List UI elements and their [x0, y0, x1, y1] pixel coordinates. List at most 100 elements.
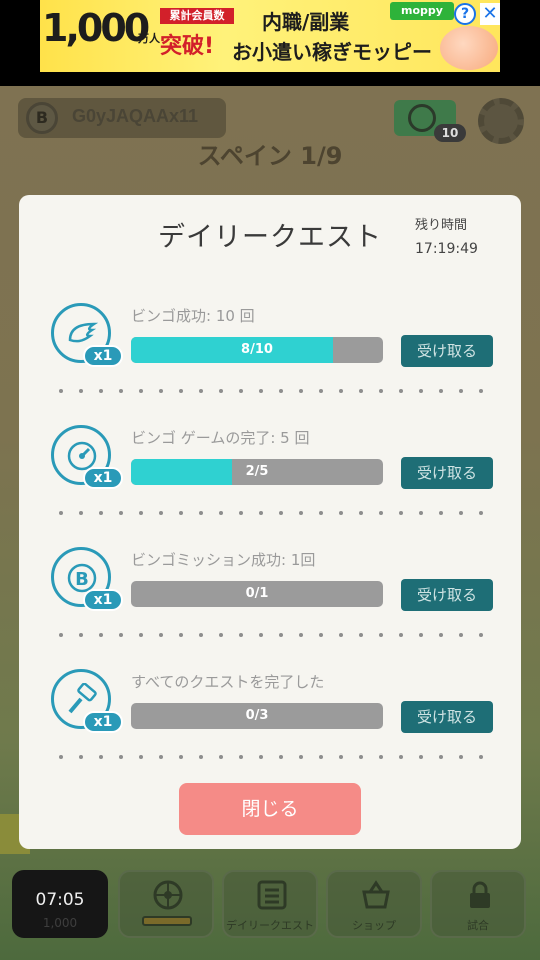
nav-timer[interactable]: 07:05 1,000: [12, 870, 108, 938]
player-avatar: B: [26, 102, 58, 134]
basket-icon: [362, 880, 390, 909]
divider-dot: [199, 755, 203, 759]
divider-dot: [239, 511, 243, 515]
list-icon: [257, 880, 287, 910]
divider-dot: [319, 755, 323, 759]
divider-dot: [119, 633, 123, 637]
claim-button[interactable]: 受け取る: [401, 457, 493, 489]
divider-dot: [199, 511, 203, 515]
divider-dot: [339, 389, 343, 393]
quest-item: x1 ビンゴ成功: 10 回 8/10 受け取る: [19, 295, 521, 385]
ad-unit: 万人: [138, 32, 160, 45]
divider-dot: [319, 511, 323, 515]
divider-dot: [239, 389, 243, 393]
quest-badge: x1: [83, 711, 123, 733]
divider-dot: [459, 755, 463, 759]
divider-dot: [219, 633, 223, 637]
nav-daily-quest[interactable]: デイリークエスト: [222, 870, 318, 938]
quest-badge: x1: [83, 345, 123, 367]
divider-dot: [419, 633, 423, 637]
close-button[interactable]: 閉じる: [179, 783, 361, 835]
progress-label: 8/10: [241, 342, 273, 357]
ad-line1: 内職/副業: [262, 10, 350, 34]
progress-bar: 2/5: [131, 459, 383, 485]
divider-dot: [379, 755, 383, 759]
daily-quest-modal: デイリークエスト 残り時間 17:19:49 x1 ビンゴ成功: 10 回 8/…: [19, 195, 521, 849]
divider-dot: [159, 511, 163, 515]
divider-dot: [99, 511, 103, 515]
nav-wheel[interactable]: [118, 870, 214, 938]
divider-dot: [239, 755, 243, 759]
divider-dot: [259, 755, 263, 759]
player-chip[interactable]: B G0yJAQAAx11: [18, 98, 226, 138]
divider-dot: [439, 633, 443, 637]
divider-dot: [119, 755, 123, 759]
divider-dot: [479, 633, 483, 637]
nav-daily-label: デイリークエスト: [226, 919, 314, 932]
divider-dot: [299, 511, 303, 515]
nav-match[interactable]: 試合: [430, 870, 526, 938]
divider-dot: [159, 389, 163, 393]
divider-dot: [99, 633, 103, 637]
divider-dot: [479, 755, 483, 759]
claim-button[interactable]: 受け取る: [401, 579, 493, 611]
divider-dot: [399, 755, 403, 759]
quest-text: ビンゴ ゲームの完了: 5 回: [131, 429, 310, 447]
quest-item: x1 ビンゴ ゲームの完了: 5 回 2/5 受け取る: [19, 417, 521, 507]
divider-dot: [79, 633, 83, 637]
ad-info-icon[interactable]: ?: [454, 3, 476, 25]
divider-dot: [439, 755, 443, 759]
divider-dot: [59, 633, 63, 637]
nav-shop[interactable]: ショップ: [326, 870, 422, 938]
quest-badge: x1: [83, 467, 123, 489]
coin-value: 1,000: [42, 916, 78, 930]
divider-dot: [299, 389, 303, 393]
ad-close-icon[interactable]: ✕: [480, 3, 500, 25]
ad-tag: 累計会員数: [160, 8, 234, 24]
divider-dot: [479, 389, 483, 393]
divider-dot: [139, 755, 143, 759]
ad-banner[interactable]: 1,000 万人 累計会員数 突破! 内職/副業 お小遣い稼ぎモッピー mopp…: [40, 0, 500, 72]
claim-button[interactable]: 受け取る: [401, 335, 493, 367]
divider-dot: [79, 389, 83, 393]
divider-dot: [59, 511, 63, 515]
divider-dot: [419, 755, 423, 759]
divider-dot: [459, 389, 463, 393]
divider-dot: [279, 633, 283, 637]
divider-dot: [259, 389, 263, 393]
divider-dot: [279, 755, 283, 759]
claim-button[interactable]: 受け取る: [401, 701, 493, 733]
divider-dot: [359, 511, 363, 515]
divider-dot: [399, 389, 403, 393]
divider-dot: [379, 389, 383, 393]
ad-count: 1,000: [42, 6, 150, 50]
divider-dot: [359, 755, 363, 759]
divider-dot: [479, 511, 483, 515]
divider-dot: [139, 389, 143, 393]
remaining-time-value: 17:19:49: [415, 241, 478, 257]
quest-item: x1 すべてのクエストを完了した 0/3 受け取る: [19, 661, 521, 751]
divider-dot: [339, 755, 343, 759]
dotted-divider: [59, 755, 499, 759]
play-icon: [408, 104, 436, 132]
divider-dot: [339, 511, 343, 515]
divider-dot: [399, 633, 403, 637]
divider-dot: [279, 389, 283, 393]
divider-dot: [179, 389, 183, 393]
divider-dot: [119, 389, 123, 393]
divider-dot: [59, 389, 63, 393]
divider-dot: [259, 633, 263, 637]
divider-dot: [99, 755, 103, 759]
quest-text: ビンゴ成功: 10 回: [131, 307, 255, 325]
lock-icon: [470, 881, 490, 908]
progress-label: 0/3: [245, 708, 269, 723]
divider-dot: [79, 755, 83, 759]
progress-label: 2/5: [245, 464, 269, 479]
progress-bar: 0/3: [131, 703, 383, 729]
wheel-icon: [153, 880, 183, 910]
svg-text:B: B: [75, 569, 89, 590]
divider-dot: [139, 511, 143, 515]
divider-dot: [459, 511, 463, 515]
divider-dot: [259, 511, 263, 515]
divider-dot: [159, 755, 163, 759]
